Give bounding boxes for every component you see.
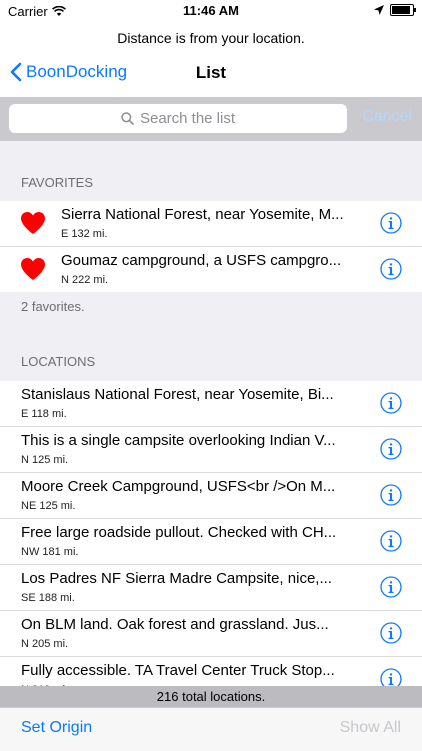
- item-distance: NW 181 mi.: [21, 546, 79, 558]
- favorites-list: Sierra National Forest, near Yosemite, M…: [0, 201, 422, 292]
- list-item[interactable]: On BLM land. Oak forest and grassland. J…: [0, 611, 422, 657]
- list-view[interactable]: FAVORITES Sierra National Forest, near Y…: [0, 141, 422, 686]
- status-time: 11:46 AM: [183, 3, 239, 18]
- item-distance: E 132 mi.: [61, 228, 108, 240]
- location-subtitle: Distance is from your location.: [117, 30, 305, 46]
- list-item[interactable]: Los Padres NF Sierra Madre Campsite, nic…: [0, 565, 422, 611]
- favorites-count: 2 favorites.: [21, 299, 85, 314]
- info-icon[interactable]: [380, 258, 402, 280]
- search-icon: [121, 112, 134, 125]
- info-icon[interactable]: [380, 622, 402, 644]
- item-title: Moore Creek Campground, USFS<br />On M..…: [21, 478, 336, 495]
- battery-icon: [390, 4, 416, 16]
- info-icon[interactable]: [380, 484, 402, 506]
- locations-list: Stanislaus National Forest, near Yosemit…: [0, 381, 422, 686]
- item-distance: N 125 mi.: [21, 454, 69, 466]
- page-title: List: [195, 63, 227, 82]
- heart-icon: [20, 211, 46, 235]
- info-icon[interactable]: [380, 576, 402, 598]
- total-locations-bar: 216 total locations.: [0, 686, 422, 707]
- item-title: On BLM land. Oak forest and grassland. J…: [21, 616, 329, 633]
- search-bar: Search the list Cancel: [0, 97, 422, 141]
- info-icon[interactable]: [380, 668, 402, 686]
- status-right: [374, 4, 416, 16]
- item-distance: N 205 mi.: [21, 638, 69, 650]
- list-item[interactable]: This is a single campsite overlooking In…: [0, 427, 422, 473]
- list-item[interactable]: Fully accessible. TA Travel Center Truck…: [0, 657, 422, 686]
- list-item[interactable]: Stanislaus National Forest, near Yosemit…: [0, 381, 422, 427]
- cancel-button[interactable]: Cancel: [362, 108, 412, 126]
- item-title: Free large roadside pullout. Checked wit…: [21, 524, 337, 541]
- info-icon[interactable]: [380, 392, 402, 414]
- item-title: Stanislaus National Forest, near Yosemit…: [21, 386, 334, 403]
- list-item[interactable]: Moore Creek Campground, USFS<br />On M..…: [0, 473, 422, 519]
- bottom-toolbar: Set Origin Show All: [0, 707, 422, 751]
- info-icon[interactable]: [380, 530, 402, 552]
- item-title: Los Padres NF Sierra Madre Campsite, nic…: [21, 570, 332, 587]
- navigation-bar: BoonDocking List: [0, 56, 422, 92]
- status-bar: Carrier 11:46 AM: [0, 0, 422, 22]
- list-item[interactable]: Sierra National Forest, near Yosemite, M…: [0, 201, 422, 247]
- item-title: Sierra National Forest, near Yosemite, M…: [61, 206, 344, 223]
- item-title: This is a single campsite overlooking In…: [21, 432, 336, 449]
- list-item[interactable]: Goumaz campground, a USFS campgro... N 22…: [0, 247, 422, 292]
- search-placeholder: Search the list: [139, 110, 236, 127]
- item-distance: E 118 mi.: [21, 408, 67, 420]
- favorites-section-header: FAVORITES: [21, 175, 93, 190]
- heart-icon: [20, 257, 46, 281]
- info-icon[interactable]: [380, 212, 402, 234]
- item-distance: NE 125 mi.: [21, 500, 76, 512]
- set-origin-button[interactable]: Set Origin: [21, 719, 92, 737]
- item-title: Goumaz campground, a USFS campgro...: [61, 252, 342, 269]
- item-title: Fully accessible. TA Travel Center Truck…: [21, 662, 335, 679]
- info-icon[interactable]: [380, 438, 402, 460]
- show-all-button[interactable]: Show All: [340, 719, 401, 737]
- locations-section-header: LOCATIONS: [21, 354, 96, 369]
- search-input[interactable]: Search the list: [9, 104, 347, 133]
- item-distance: SE 188 mi.: [21, 592, 75, 604]
- item-distance: N 222 mi.: [61, 274, 109, 286]
- location-arrow-icon: [374, 5, 384, 15]
- list-item[interactable]: Free large roadside pullout. Checked wit…: [0, 519, 422, 565]
